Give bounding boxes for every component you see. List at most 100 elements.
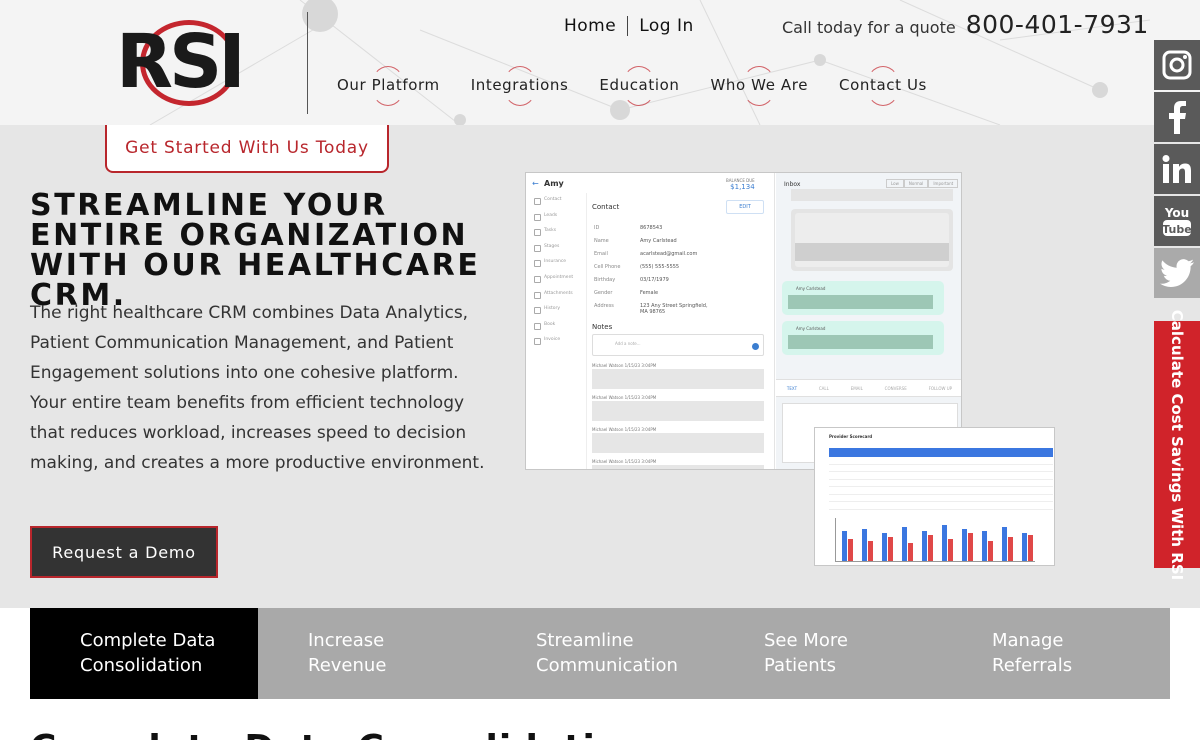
crm-screenshot: ← Amy BALANCE DUE $1,134 Contact Leads Ta… — [525, 172, 962, 470]
field-label: Birthday — [594, 277, 616, 283]
field-value: Female — [640, 290, 659, 296]
tab-manage-referrals[interactable]: Manage Referrals — [942, 608, 1170, 699]
tab-see-more-patients[interactable]: See More Patients — [714, 608, 942, 699]
chart-bar — [982, 531, 987, 561]
message-bar — [795, 243, 949, 261]
priority-option: Low — [886, 179, 904, 188]
message-bubble: Amy Carlstead — [782, 321, 944, 355]
quote-phone[interactable]: 800-401-7931 — [966, 10, 1149, 39]
youtube-icon[interactable]: You Tube — [1154, 196, 1200, 246]
message-sender: Amy Carlstead — [796, 326, 826, 331]
svg-text:You: You — [1164, 206, 1189, 220]
priority-option: Important — [928, 179, 959, 188]
crm-sidebar-item: Attachments — [532, 291, 586, 307]
quote-block: Call today for a quote 800-401-7931 — [782, 10, 1149, 39]
site-header: RSI Home Log In Call today for a quote 8… — [0, 0, 1200, 125]
crm-sidebar-item: Stages — [532, 244, 586, 260]
chart-bar — [868, 541, 873, 561]
tab-line: Complete Data — [80, 630, 216, 651]
logo-text: RSI — [116, 19, 246, 105]
facebook-glyph — [1169, 101, 1186, 134]
inbox-title: Inbox — [784, 181, 801, 188]
note-body — [592, 465, 764, 469]
back-arrow-icon: ← — [532, 179, 539, 188]
tab-line: Patients — [764, 655, 837, 676]
get-started-button[interactable]: Get Started With Us Today — [105, 125, 389, 173]
chart-bar — [1022, 533, 1027, 561]
hero-body: The right healthcare CRM combines Data A… — [30, 303, 485, 473]
nav-arc — [502, 66, 537, 106]
chart-bar — [848, 539, 853, 561]
chart-bar — [942, 525, 947, 561]
request-demo-button[interactable]: Request a Demo — [30, 526, 218, 578]
field-value: 123 Any Street Springfield, MA 98765 — [640, 303, 708, 315]
tab-line: Streamline — [536, 630, 634, 651]
tab-streamline-communication[interactable]: Streamline Communication — [486, 608, 714, 699]
field-label: Name — [594, 238, 609, 244]
calc-tab-label: Calculate Cost Savings With RSI — [1168, 309, 1187, 580]
nav-integrations[interactable]: Integrations — [471, 66, 569, 106]
note-placeholder: Add a note... — [615, 341, 641, 346]
nav-our-platform[interactable]: Our Platform — [337, 66, 440, 106]
feature-tabs: Complete Data Consolidation Increase Reven… — [30, 608, 1170, 699]
linkedin-icon[interactable] — [1154, 144, 1200, 194]
tab-line: Referrals — [992, 655, 1073, 676]
chart-bar — [988, 541, 993, 561]
instagram-icon[interactable] — [1154, 40, 1200, 90]
tab-line: Communication — [536, 655, 678, 676]
message-sender: Amy Carlstead — [796, 286, 826, 291]
hero-section: Get Started With Us Today Streamline you… — [0, 125, 1200, 608]
main-nav: Our Platform Integrations Education Who … — [337, 66, 958, 106]
crm-sidebar-item: History — [532, 306, 586, 322]
edit-button: EDIT — [726, 200, 764, 214]
nav-education[interactable]: Education — [599, 66, 679, 106]
calculate-savings-tab[interactable]: Calculate Cost Savings With RSI — [1154, 309, 1200, 580]
nav-who-we-are[interactable]: Who We Are — [710, 66, 808, 106]
contact-fields: ID 8678543 Name Amy Carlstead Email acarlst… — [594, 225, 764, 323]
hero-title: Streamline your entire organization with… — [30, 188, 481, 313]
crm-sidebar-item: Book — [532, 322, 586, 338]
crm-sidebar-item: Contact — [532, 197, 586, 213]
note-card: Michael Watson 1/15/23 3:04PM — [592, 427, 764, 453]
field-value: 8678543 — [640, 225, 663, 231]
field-row: Name Amy Carlstead — [594, 238, 764, 251]
chart-bar — [1028, 535, 1033, 561]
chart-bar — [888, 537, 893, 561]
report-chart — [835, 518, 1035, 562]
sidebar-rule — [586, 193, 587, 469]
field-row: Birthday 03/17/1979 — [594, 277, 764, 290]
chart-bar — [948, 539, 953, 561]
report-row — [829, 472, 1053, 480]
top-links: Home Log In — [564, 16, 694, 36]
chart-bar — [882, 533, 887, 561]
inbox-tab: TEXT — [786, 385, 798, 391]
note-card: Michael Watson 1/15/23 3:04PM — [592, 459, 764, 469]
notes-title: Notes — [592, 323, 613, 331]
svg-text:Tube: Tube — [1162, 223, 1191, 236]
nav-contact-us[interactable]: Contact Us — [839, 66, 927, 106]
inbox-tabs: TEXT CALL EMAIL CONVERSE FOLLOW UP — [776, 379, 961, 397]
twitter-icon[interactable] — [1154, 248, 1200, 298]
rsi-logo[interactable]: RSI — [110, 12, 246, 112]
tab-line: Increase — [308, 630, 385, 651]
field-value: 03/17/1979 — [640, 277, 669, 283]
report-screenshot: Provider Scorecard — [814, 427, 1055, 566]
report-title: Provider Scorecard — [829, 434, 873, 439]
tab-complete-data-consolidation[interactable]: Complete Data Consolidation — [30, 608, 258, 699]
field-value: (555) 555-5555 — [640, 264, 680, 270]
youtube-glyph: You Tube — [1162, 206, 1192, 236]
facebook-icon[interactable] — [1154, 92, 1200, 142]
note-body — [592, 401, 764, 421]
chart-bar — [1008, 537, 1013, 561]
chart-bar — [968, 533, 973, 561]
inbox-tab: CONVERSE — [884, 385, 907, 391]
balance-due: BALANCE DUE $1,134 — [726, 178, 755, 191]
twitter-glyph — [1160, 259, 1194, 287]
home-link[interactable]: Home — [564, 16, 616, 36]
note-card: Michael Watson 1/15/23 3:04PM — [592, 363, 764, 389]
inbox-tab: EMAIL — [850, 385, 863, 391]
tab-increase-revenue[interactable]: Increase Revenue — [258, 608, 486, 699]
report-row — [829, 502, 1053, 510]
login-link[interactable]: Log In — [639, 16, 694, 36]
section-heading: Complete Data Consolidation — [30, 728, 648, 740]
